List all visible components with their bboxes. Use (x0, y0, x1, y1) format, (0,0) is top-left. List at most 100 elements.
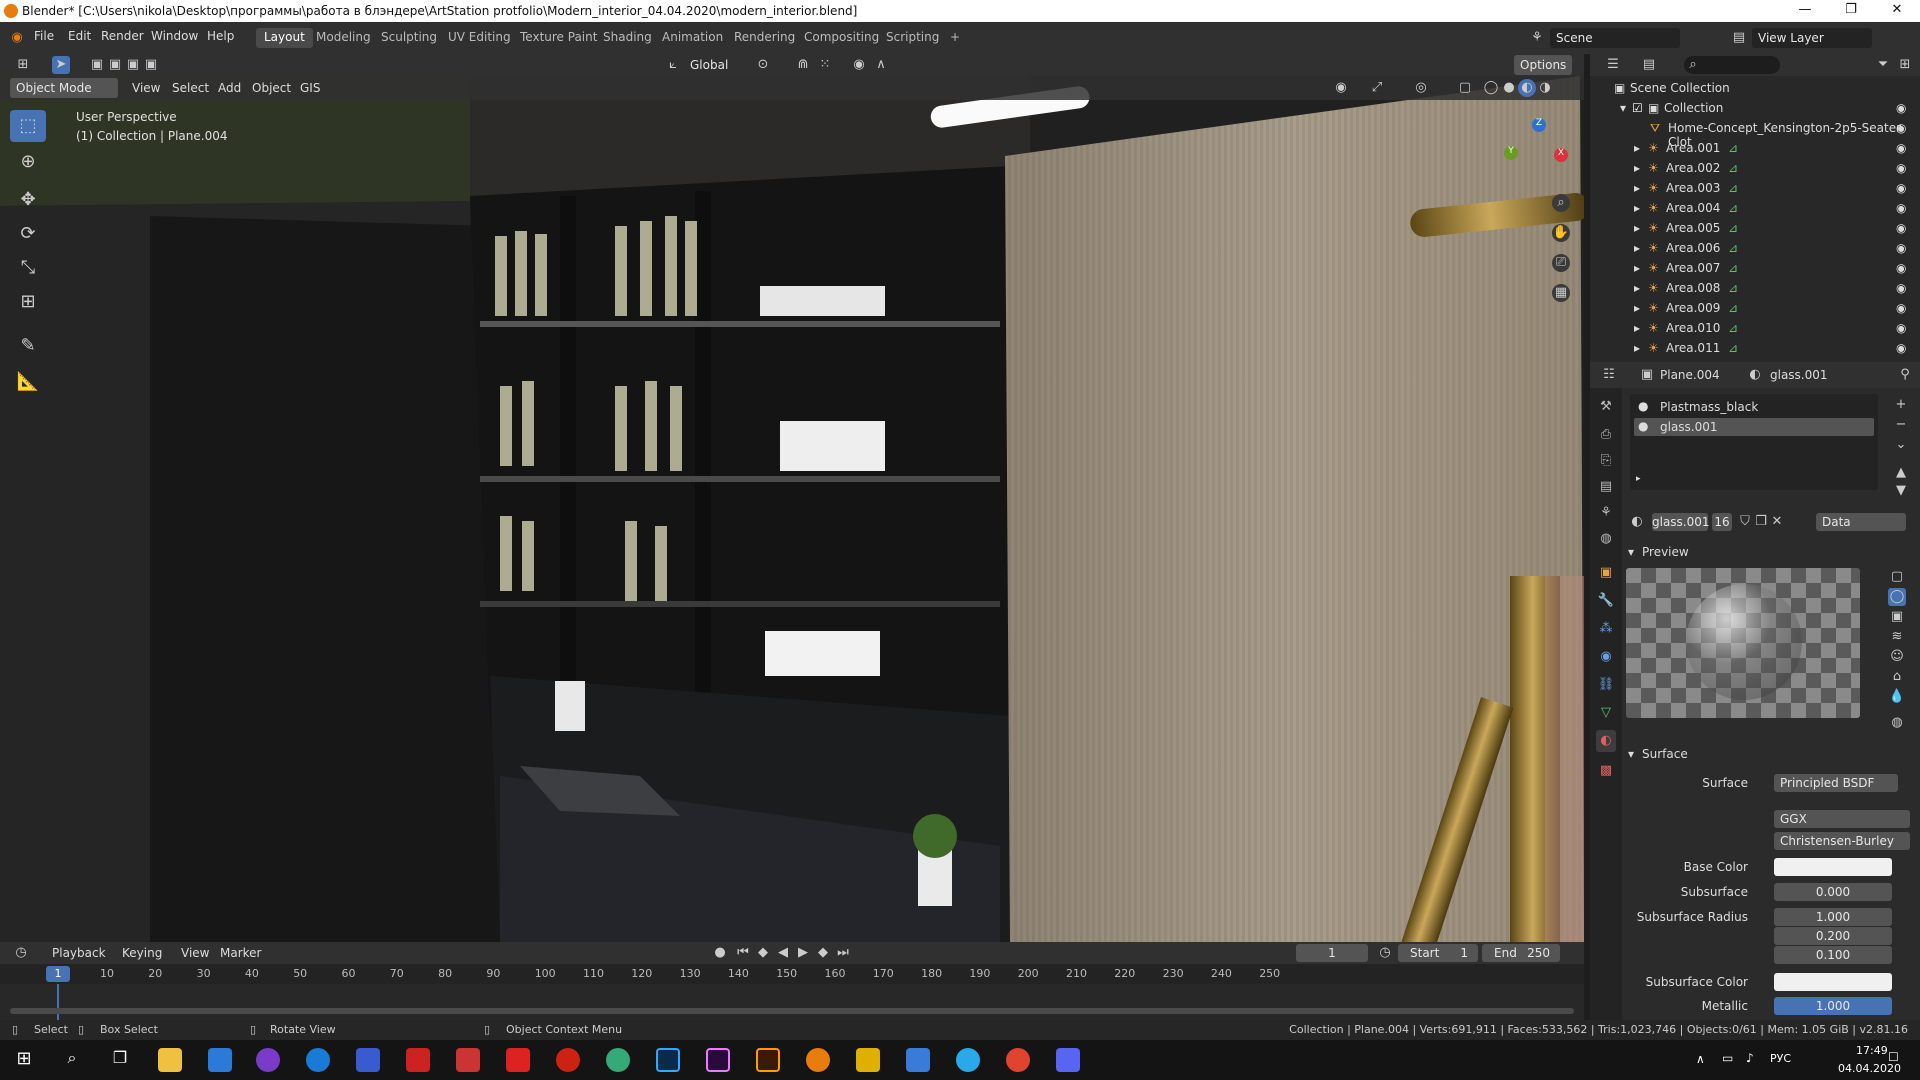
outliner-item[interactable]: ▸ ☀ Area.002 ⊿ ◉ (1590, 158, 1920, 178)
material-slot-selected[interactable]: ● glass.001 (1634, 418, 1874, 436)
timeline-menu-keying[interactable]: Keying (122, 946, 162, 960)
chrome-icon[interactable] (1006, 1048, 1030, 1072)
options-button[interactable]: Options (1514, 55, 1573, 75)
pan-hand-icon[interactable]: ✋ (1552, 224, 1570, 242)
timeline-menu-playback[interactable]: Playback (52, 946, 106, 960)
app-green-icon[interactable] (606, 1048, 630, 1072)
object-data-tab-icon[interactable]: ▽ (1596, 702, 1616, 724)
file-explorer-icon[interactable] (158, 1048, 182, 1072)
new-collection-icon[interactable]: ⊞ (1896, 56, 1914, 74)
render-tab-icon[interactable]: ⎙ (1596, 424, 1616, 446)
object-tab-icon[interactable]: ▣ (1596, 562, 1616, 584)
eye-icon[interactable]: ◉ (1896, 261, 1906, 275)
eye-icon[interactable]: ◉ (1896, 141, 1906, 155)
record-icon[interactable]: ● (711, 944, 729, 962)
input-language[interactable]: РУС (1770, 1052, 1791, 1065)
expand-arrow-icon[interactable]: ▾ (1620, 101, 1626, 115)
distribution-dropdown[interactable]: GGX (1774, 810, 1910, 828)
expand-arrow-icon[interactable]: ▸ (1634, 141, 1640, 155)
navigation-gizmo[interactable]: Z X Y (1496, 116, 1576, 196)
timeline-ruler[interactable]: 1 10 20 30 40 50 60 70 80 90 100 110 120 130 140 150 16… (0, 964, 1584, 984)
app-red4-icon[interactable] (556, 1048, 580, 1072)
pivot-icon[interactable]: ⊙ (754, 56, 772, 74)
subsurface-radius-z[interactable]: 0.100 (1774, 946, 1892, 964)
move-up-icon[interactable]: ▲ (1892, 464, 1910, 482)
browse-material-icon[interactable]: ◐ (1628, 513, 1646, 531)
annotate-tool-icon[interactable]: ✎ (10, 330, 46, 362)
telegram-icon[interactable] (956, 1048, 980, 1072)
illustrator-icon[interactable] (756, 1048, 780, 1072)
current-frame-field[interactable]: 1 (1296, 944, 1368, 962)
tab-layout[interactable]: Layout (256, 28, 313, 48)
3d-viewport[interactable]: User Perspective (1) Collection | Plane.… (0, 76, 1584, 942)
surface-shader-dropdown[interactable]: Principled BSDF (1774, 774, 1898, 792)
mail-icon[interactable] (208, 1048, 232, 1072)
display-mode-icon[interactable]: ▤ (1640, 56, 1658, 74)
app-window-icon[interactable] (906, 1048, 930, 1072)
expand-arrow-icon[interactable]: ▸ (1634, 321, 1640, 335)
app-blue-icon[interactable] (356, 1048, 380, 1072)
outliner-item[interactable]: ▸ ☀ Area.001 ⊿ ◉ (1590, 138, 1920, 158)
metallic-field[interactable]: 1.000 (1774, 997, 1892, 1015)
search-icon[interactable]: ⌕ (60, 1048, 84, 1072)
timeline-scrollbar[interactable] (10, 1008, 1574, 1014)
tab-rendering[interactable]: Rendering (726, 28, 803, 48)
physics-tab-icon[interactable]: ◉ (1596, 646, 1616, 668)
outliner-item[interactable]: ▸ ☀ Area.007 ⊿ ◉ (1590, 258, 1920, 278)
expand-arrow-icon[interactable]: ▸ (1634, 281, 1640, 295)
viewport-menu-gis[interactable]: GIS (300, 81, 320, 95)
eye-icon[interactable]: ◉ (1896, 221, 1906, 235)
outliner-item[interactable]: ⛛ Home-Concept_Kensington-2p5-Seater-Clot… (1590, 118, 1920, 149)
tray-chevron-icon[interactable]: ∧ (1696, 1052, 1705, 1066)
subsurface-method-dropdown[interactable]: Christensen-Burley (1774, 832, 1910, 850)
orientation-dropdown[interactable]: Global (684, 55, 734, 75)
eye-icon[interactable]: ◉ (1896, 281, 1906, 295)
gizmo-y-axis[interactable]: Y (1504, 146, 1518, 160)
view-layer-selector[interactable]: View Layer (1752, 28, 1872, 48)
expand-arrow-icon[interactable]: ▸ (1634, 181, 1640, 195)
select-extend-icon[interactable]: ▣ (106, 56, 124, 74)
eye-icon[interactable]: ◉ (1896, 181, 1906, 195)
photoshop-icon[interactable] (656, 1048, 680, 1072)
windows-start-icon[interactable]: ⊞ (12, 1048, 36, 1072)
move-tool-icon[interactable]: ✥ (10, 184, 46, 216)
expand-arrow-icon[interactable]: ▸ (1634, 221, 1640, 235)
outliner-collection[interactable]: ▾ ☑ ▣ Collection ◉ (1590, 98, 1920, 118)
world-tab-icon[interactable]: ◍ (1596, 528, 1616, 550)
outliner-item[interactable]: ▸ ☀ Area.009 ⊿ ◉ (1590, 298, 1920, 318)
minimize-button[interactable]: — (1782, 2, 1828, 20)
subsurface-radius-x[interactable]: 1.000 (1774, 908, 1892, 926)
subsurface-radius-y[interactable]: 0.200 (1774, 927, 1892, 945)
jump-end-icon[interactable]: ⏭ (834, 944, 852, 962)
tab-shading[interactable]: Shading (595, 28, 660, 48)
preview-sphere-icon[interactable]: ◯ (1888, 588, 1906, 606)
jump-start-icon[interactable]: ⏮ (734, 944, 752, 962)
menu-edit[interactable]: Edit (68, 29, 91, 43)
tab-scripting[interactable]: Scripting (878, 28, 947, 48)
outliner-scene-collection[interactable]: ▣ Scene Collection (1590, 78, 1920, 98)
preview-cube-icon[interactable]: ▣ (1888, 608, 1906, 626)
pin-icon[interactable]: ⚲ (1896, 366, 1914, 384)
expand-arrow-icon[interactable]: ▸ (1634, 261, 1640, 275)
modifier-tab-icon[interactable]: 🔧 (1596, 590, 1616, 612)
app-m-icon[interactable] (856, 1048, 880, 1072)
base-color-swatch[interactable] (1774, 858, 1892, 876)
preview-flat-icon[interactable]: ▢ (1888, 568, 1906, 586)
premiere-icon[interactable] (706, 1048, 730, 1072)
expand-arrow-icon[interactable]: ▸ (1634, 341, 1640, 355)
scene-tab-icon[interactable]: ⚘ (1596, 502, 1616, 524)
preview-range-icon[interactable]: ◷ (1376, 944, 1394, 962)
outliner-item[interactable]: ▸ ☀ Area.006 ⊿ ◉ (1590, 238, 1920, 258)
timeline-menu-view[interactable]: View (181, 946, 209, 960)
move-down-icon[interactable]: ▼ (1892, 482, 1910, 500)
particles-tab-icon[interactable]: ⁂ (1596, 618, 1616, 640)
scene-selector[interactable]: Scene (1550, 28, 1680, 48)
volume-icon[interactable]: ♪ (1746, 1051, 1754, 1065)
tab-sculpting[interactable]: Sculpting (373, 28, 445, 48)
visibility-icon[interactable]: ◉ (1332, 79, 1350, 97)
menu-render[interactable]: Render (101, 29, 144, 43)
clock-time[interactable]: 17:49 (1856, 1044, 1888, 1057)
next-keyframe-icon[interactable]: ◆ (814, 944, 832, 962)
prev-keyframe-icon[interactable]: ◆ (754, 944, 772, 962)
eye-icon[interactable]: ◉ (1896, 321, 1906, 335)
